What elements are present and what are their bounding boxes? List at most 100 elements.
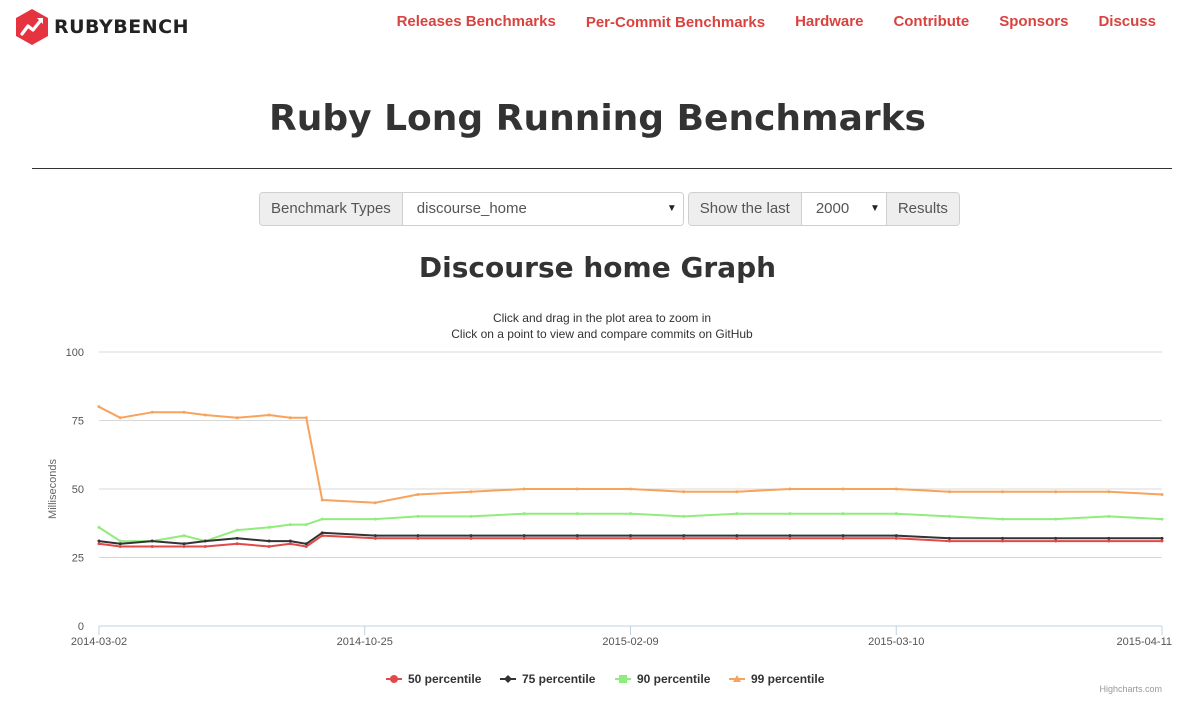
- data-point[interactable]: [118, 545, 122, 549]
- data-point[interactable]: [894, 534, 898, 538]
- data-point[interactable]: [118, 542, 122, 546]
- data-point[interactable]: [416, 492, 420, 496]
- legend-item-90-percentile[interactable]: 90 percentile: [615, 672, 711, 686]
- data-point[interactable]: [320, 498, 324, 502]
- data-point[interactable]: [682, 534, 686, 538]
- data-point[interactable]: [735, 490, 739, 494]
- data-point[interactable]: [1160, 492, 1164, 496]
- data-point[interactable]: [1001, 490, 1005, 494]
- data-point[interactable]: [267, 539, 271, 543]
- data-point[interactable]: [203, 413, 207, 417]
- data-point[interactable]: [1001, 517, 1005, 521]
- data-point[interactable]: [629, 534, 632, 538]
- data-point[interactable]: [469, 514, 473, 518]
- data-point[interactable]: [1160, 539, 1164, 543]
- data-point[interactable]: [522, 536, 526, 540]
- data-point[interactable]: [841, 536, 845, 540]
- data-point[interactable]: [841, 512, 845, 516]
- data-point[interactable]: [522, 487, 526, 491]
- data-point[interactable]: [735, 512, 739, 516]
- data-point[interactable]: [841, 534, 845, 538]
- data-point[interactable]: [947, 490, 951, 494]
- data-point[interactable]: [320, 531, 324, 535]
- data-point[interactable]: [522, 534, 526, 538]
- data-point[interactable]: [203, 545, 207, 549]
- data-point[interactable]: [682, 536, 686, 540]
- data-point[interactable]: [735, 534, 739, 538]
- data-point[interactable]: [1001, 539, 1005, 543]
- data-point[interactable]: [150, 410, 154, 414]
- data-point[interactable]: [267, 525, 271, 529]
- data-point[interactable]: [788, 536, 792, 540]
- data-point[interactable]: [575, 536, 579, 540]
- data-point[interactable]: [575, 512, 579, 516]
- data-point[interactable]: [320, 517, 324, 521]
- data-point[interactable]: [575, 534, 579, 538]
- data-point[interactable]: [1107, 539, 1111, 543]
- data-point[interactable]: [735, 536, 739, 540]
- data-point[interactable]: [182, 534, 186, 538]
- data-point[interactable]: [682, 514, 686, 518]
- data-point[interactable]: [288, 416, 292, 420]
- data-point[interactable]: [150, 539, 154, 543]
- data-point[interactable]: [182, 545, 186, 549]
- data-point[interactable]: [788, 534, 792, 538]
- data-point[interactable]: [947, 539, 951, 543]
- data-point[interactable]: [416, 534, 420, 538]
- data-point[interactable]: [1107, 536, 1111, 540]
- data-point[interactable]: [522, 512, 526, 516]
- data-point[interactable]: [304, 416, 308, 420]
- data-point[interactable]: [97, 539, 101, 543]
- data-point[interactable]: [682, 490, 686, 494]
- data-point[interactable]: [1054, 490, 1058, 494]
- benchmark-chart[interactable]: Click and drag in the plot area to zoom …: [0, 0, 1195, 703]
- data-point[interactable]: [1160, 536, 1164, 540]
- data-point[interactable]: [267, 545, 271, 549]
- data-point[interactable]: [629, 487, 632, 491]
- chart-credit[interactable]: Highcharts.com: [1099, 684, 1162, 694]
- data-point[interactable]: [150, 545, 154, 549]
- data-point[interactable]: [575, 487, 579, 491]
- legend-item-75-percentile[interactable]: 75 percentile: [500, 672, 596, 686]
- data-point[interactable]: [304, 545, 308, 549]
- data-point[interactable]: [288, 539, 292, 543]
- data-point[interactable]: [469, 490, 473, 494]
- data-point[interactable]: [1001, 536, 1005, 540]
- data-point[interactable]: [97, 405, 101, 409]
- data-point[interactable]: [469, 534, 473, 538]
- data-point[interactable]: [416, 514, 420, 518]
- data-point[interactable]: [788, 487, 792, 491]
- data-point[interactable]: [947, 514, 951, 518]
- data-point[interactable]: [182, 410, 186, 414]
- data-point[interactable]: [469, 536, 473, 540]
- data-point[interactable]: [788, 512, 792, 516]
- data-point[interactable]: [235, 416, 239, 420]
- data-point[interactable]: [1054, 536, 1058, 540]
- data-point[interactable]: [1160, 517, 1164, 521]
- legend-item-50-percentile[interactable]: 50 percentile: [386, 672, 482, 686]
- data-point[interactable]: [288, 542, 292, 546]
- data-point[interactable]: [118, 539, 122, 543]
- data-point[interactable]: [894, 487, 898, 491]
- data-point[interactable]: [288, 523, 292, 527]
- data-point[interactable]: [373, 534, 377, 538]
- data-point[interactable]: [373, 517, 377, 521]
- data-point[interactable]: [97, 542, 101, 546]
- data-point[interactable]: [947, 536, 951, 540]
- data-point[interactable]: [97, 525, 101, 529]
- data-point[interactable]: [416, 536, 420, 540]
- data-point[interactable]: [235, 528, 239, 532]
- data-point[interactable]: [182, 542, 186, 546]
- data-point[interactable]: [373, 536, 377, 540]
- data-point[interactable]: [304, 523, 308, 527]
- data-point[interactable]: [203, 539, 207, 543]
- data-point[interactable]: [629, 512, 632, 516]
- data-point[interactable]: [235, 542, 239, 546]
- data-point[interactable]: [1107, 514, 1111, 518]
- data-point[interactable]: [841, 487, 845, 491]
- data-point[interactable]: [894, 512, 898, 516]
- data-point[interactable]: [1054, 517, 1058, 521]
- data-point[interactable]: [629, 536, 632, 540]
- data-point[interactable]: [320, 534, 324, 538]
- data-point[interactable]: [1054, 539, 1058, 543]
